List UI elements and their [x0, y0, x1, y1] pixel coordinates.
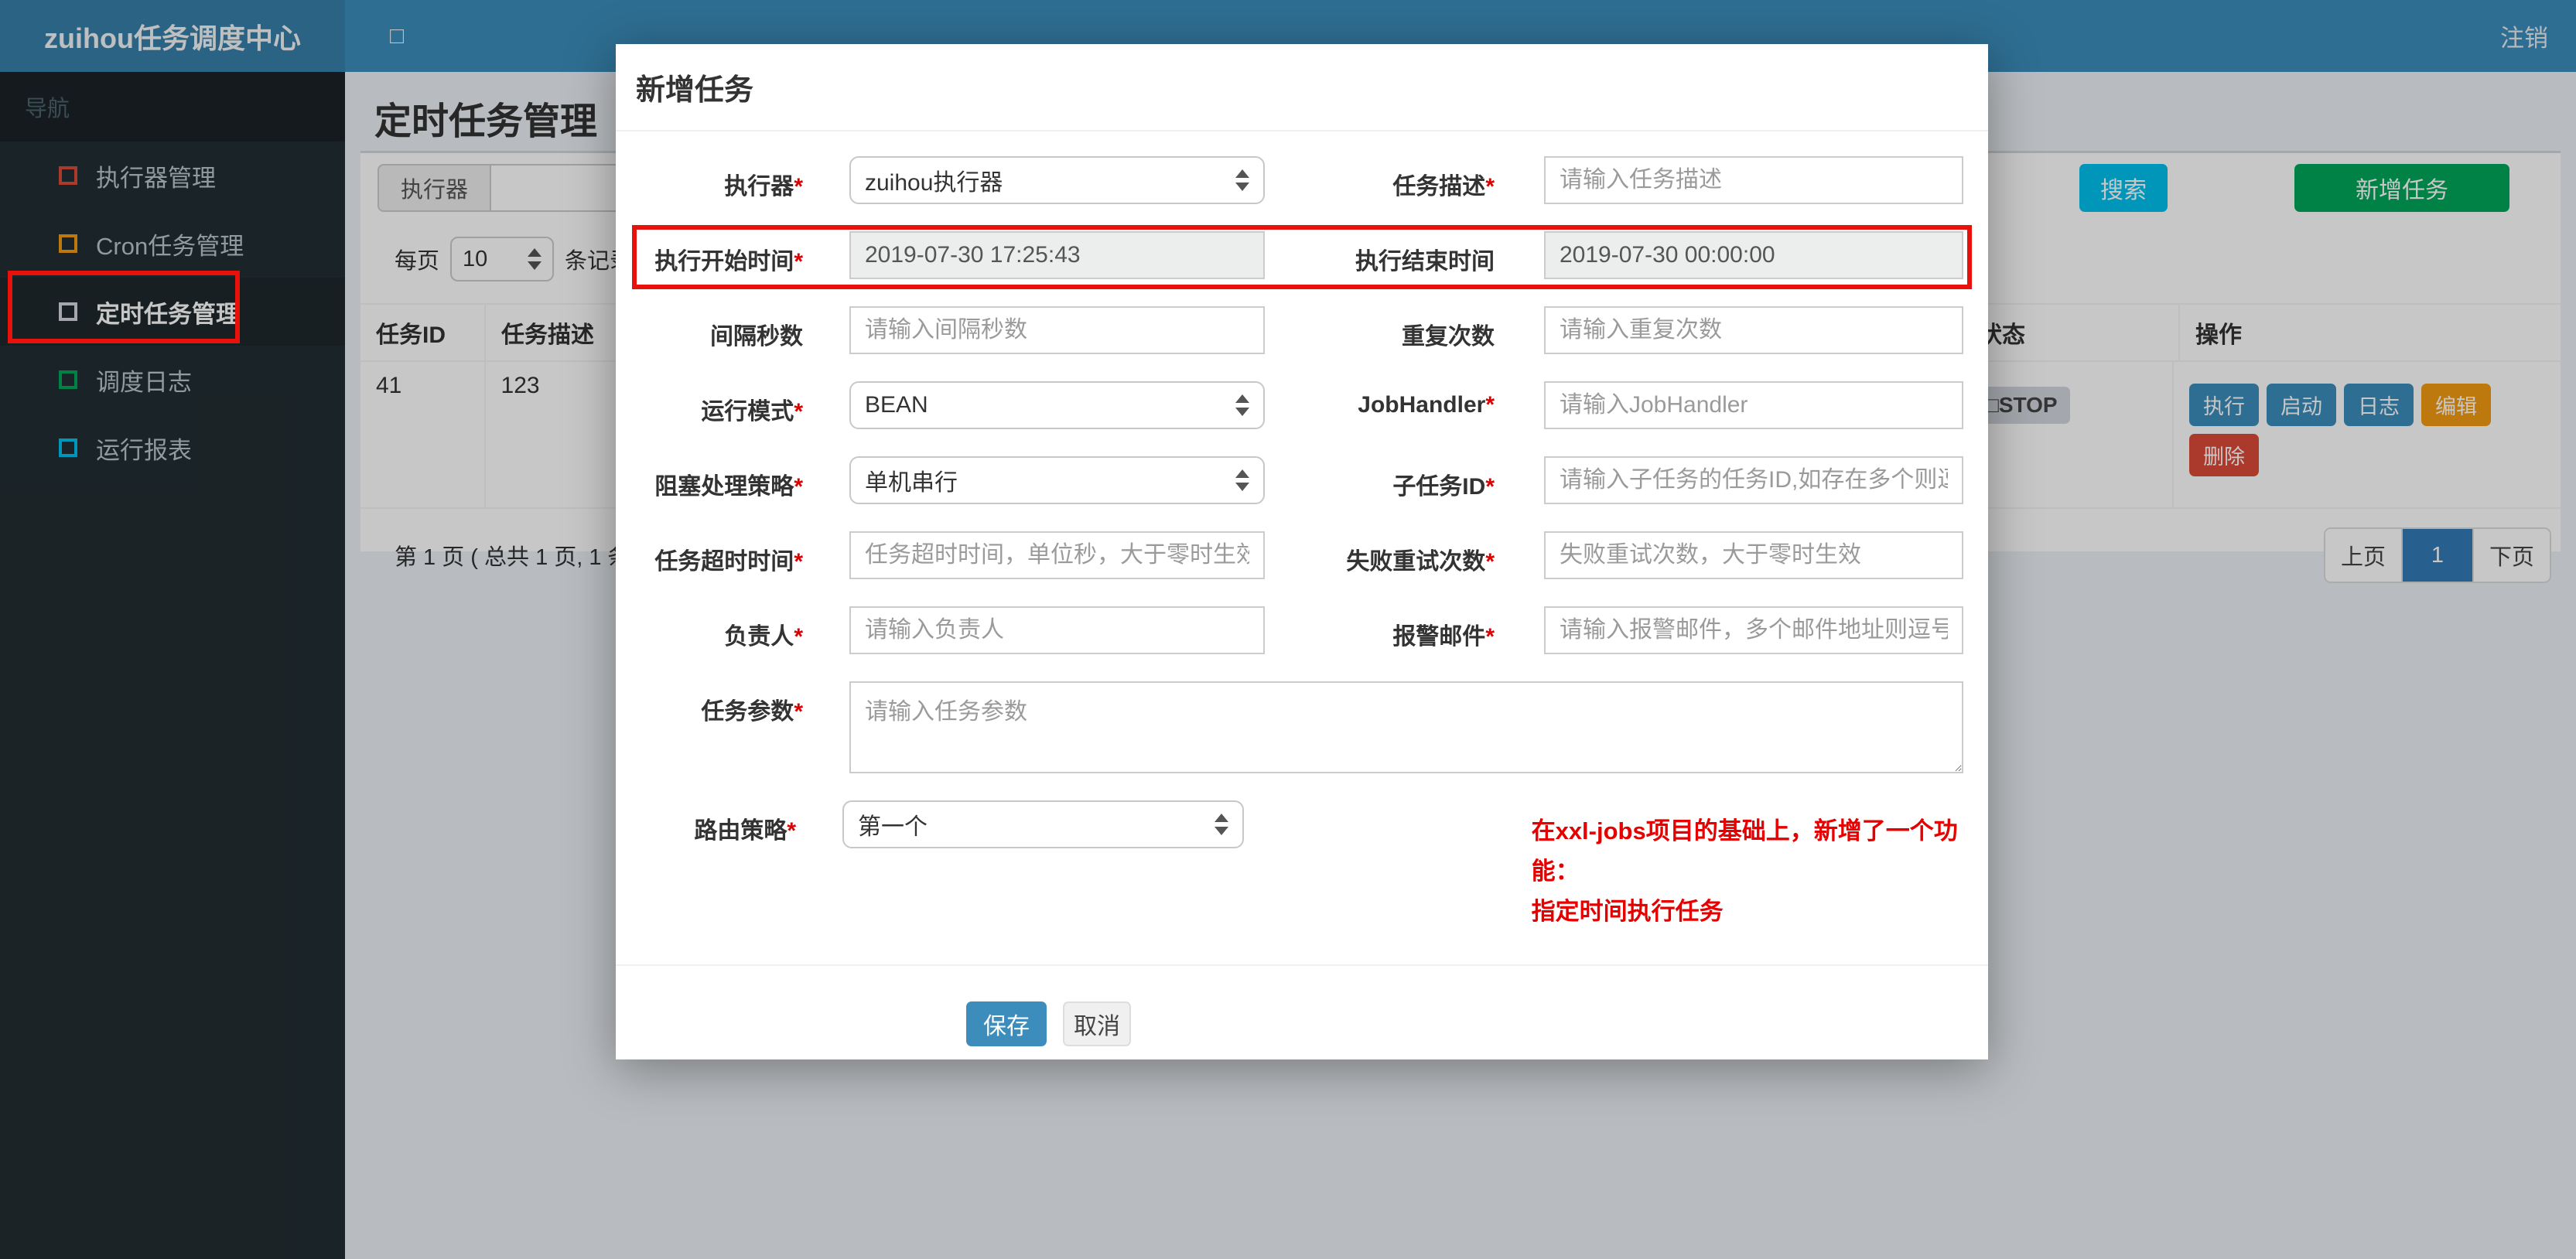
select-stepper-icon	[1235, 469, 1249, 491]
field-label-block-strategy: 阻塞处理策略*	[654, 474, 803, 500]
save-button[interactable]: 保存	[966, 1001, 1047, 1046]
add-task-modal: 新增任务 执行器* zuihou执行器 任务描述* 执行开始时间* 执行结束时间…	[616, 44, 1988, 1059]
field-label-task-params: 任务参数*	[701, 699, 803, 725]
field-label-route-strategy: 路由策略*	[694, 818, 797, 844]
field-label-child-task-id: 子任务ID*	[1392, 474, 1495, 500]
field-label-start-time: 执行开始时间*	[654, 249, 803, 275]
route-strategy-select[interactable]: 第一个	[842, 800, 1244, 848]
field-label-run-mode: 运行模式*	[701, 399, 803, 425]
run-mode-select[interactable]: BEAN	[849, 381, 1265, 429]
cancel-button[interactable]: 取消	[1063, 1001, 1131, 1046]
task-params-textarea[interactable]	[849, 681, 1963, 773]
child-task-id-input[interactable]	[1544, 456, 1963, 504]
field-label-interval-seconds: 间隔秒数	[710, 324, 803, 350]
field-label-end-time: 执行结束时间	[1355, 249, 1495, 275]
start-time-input[interactable]	[849, 231, 1265, 279]
owner-input[interactable]	[849, 606, 1265, 654]
jobhandler-input[interactable]	[1544, 381, 1963, 429]
field-label-owner: 负责人*	[724, 624, 803, 650]
modal-title: 新增任务	[616, 44, 1988, 131]
select-stepper-icon	[1235, 394, 1249, 416]
field-label-task-desc: 任务描述*	[1392, 174, 1495, 200]
select-stepper-icon	[1214, 814, 1228, 835]
fail-retry-count-input[interactable]	[1544, 531, 1963, 579]
field-label-alarm-email: 报警邮件*	[1392, 624, 1495, 650]
alarm-email-input[interactable]	[1544, 606, 1963, 654]
field-label-jobhandler: JobHandler*	[1358, 392, 1495, 418]
field-label-fail-retry-count: 失败重试次数*	[1346, 549, 1495, 575]
block-strategy-select[interactable]: 单机串行	[849, 456, 1265, 504]
field-label-repeat-count: 重复次数	[1402, 324, 1495, 350]
interval-seconds-input[interactable]	[849, 306, 1265, 354]
select-stepper-icon	[1235, 169, 1249, 191]
executor-select[interactable]: zuihou执行器	[849, 156, 1265, 204]
field-label-task-timeout: 任务超时时间*	[654, 549, 803, 575]
end-time-input[interactable]	[1544, 231, 1963, 279]
task-timeout-input[interactable]	[849, 531, 1265, 579]
field-label-executor: 执行器*	[724, 174, 803, 200]
repeat-count-input[interactable]	[1544, 306, 1963, 354]
feature-note-text: 在xxl-jobs项目的基础上，新增了一个功能： 指定时间执行任务	[1531, 817, 1958, 925]
task-desc-input[interactable]	[1544, 156, 1963, 204]
screen: zuihou任务调度中心 □ 注销 导航 执行器管理 Cron任务管理 定时任务…	[0, 0, 2576, 1259]
